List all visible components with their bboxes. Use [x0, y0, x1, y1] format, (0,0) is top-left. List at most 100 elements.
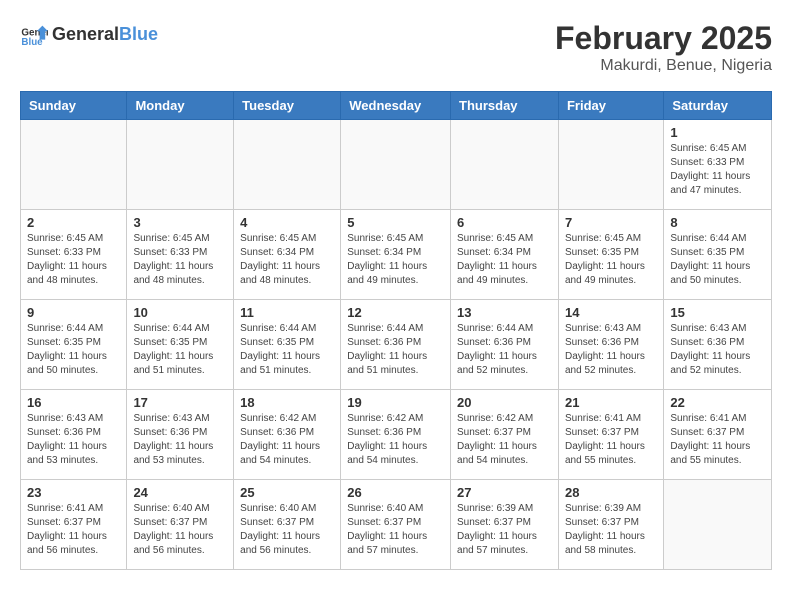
day-info: Sunrise: 6:41 AM Sunset: 6:37 PM Dayligh…	[27, 502, 120, 558]
day-info: Sunrise: 6:44 AM Sunset: 6:36 PM Dayligh…	[347, 322, 444, 378]
day-number: 5	[347, 215, 444, 230]
calendar-header-row: SundayMondayTuesdayWednesdayThursdayFrid…	[21, 92, 772, 120]
calendar-day-cell: 15 Sunrise: 6:43 AM Sunset: 6:36 PM Dayli…	[664, 300, 772, 390]
day-info: Sunrise: 6:44 AM Sunset: 6:36 PM Dayligh…	[457, 322, 552, 378]
calendar-day-cell: 20 Sunrise: 6:42 AM Sunset: 6:37 PM Dayli…	[451, 390, 559, 480]
calendar-day-cell: 14Sunrise: 6:43 AM Sunset: 6:36 PM Dayli…	[558, 300, 663, 390]
day-of-week-header: Tuesday	[234, 92, 341, 120]
calendar-day-cell	[234, 120, 341, 210]
day-info: Sunrise: 6:43 AM Sunset: 6:36 PM Dayligh…	[565, 322, 657, 378]
calendar-day-cell	[451, 120, 559, 210]
title-block: February 2025 Makurdi, Benue, Nigeria	[555, 20, 772, 75]
calendar-day-cell: 11 Sunrise: 6:44 AM Sunset: 6:35 PM Dayli…	[234, 300, 341, 390]
calendar-day-cell: 19 Sunrise: 6:42 AM Sunset: 6:36 PM Dayli…	[341, 390, 451, 480]
day-info: Sunrise: 6:45 AM Sunset: 6:33 PM Dayligh…	[27, 232, 120, 288]
day-number: 10	[133, 305, 227, 320]
logo-icon: General Blue	[20, 20, 48, 48]
day-number: 26	[347, 485, 444, 500]
day-number: 2	[27, 215, 120, 230]
calendar-day-cell: 24 Sunrise: 6:40 AM Sunset: 6:37 PM Dayli…	[127, 480, 234, 570]
calendar-day-cell: 9 Sunrise: 6:44 AM Sunset: 6:35 PM Daylig…	[21, 300, 127, 390]
calendar-day-cell: 2 Sunrise: 6:45 AM Sunset: 6:33 PM Daylig…	[21, 210, 127, 300]
calendar-day-cell: 16 Sunrise: 6:43 AM Sunset: 6:36 PM Dayli…	[21, 390, 127, 480]
calendar-day-cell: 1 Sunrise: 6:45 AM Sunset: 6:33 PM Daylig…	[664, 120, 772, 210]
day-number: 19	[347, 395, 444, 410]
week-row: 2 Sunrise: 6:45 AM Sunset: 6:33 PM Daylig…	[21, 210, 772, 300]
day-number: 16	[27, 395, 120, 410]
calendar-day-cell: 7 Sunrise: 6:45 AM Sunset: 6:35 PM Daylig…	[558, 210, 663, 300]
day-info: Sunrise: 6:40 AM Sunset: 6:37 PM Dayligh…	[133, 502, 227, 558]
day-number: 15	[670, 305, 765, 320]
day-of-week-header: Friday	[558, 92, 663, 120]
calendar-day-cell	[558, 120, 663, 210]
day-number: 25	[240, 485, 334, 500]
day-number: 18	[240, 395, 334, 410]
calendar-day-cell: 10 Sunrise: 6:44 AM Sunset: 6:35 PM Dayli…	[127, 300, 234, 390]
calendar-day-cell: 5 Sunrise: 6:45 AM Sunset: 6:34 PM Daylig…	[341, 210, 451, 300]
calendar-day-cell: 6 Sunrise: 6:45 AM Sunset: 6:34 PM Daylig…	[451, 210, 559, 300]
calendar-day-cell: 21Sunrise: 6:41 AM Sunset: 6:37 PM Dayli…	[558, 390, 663, 480]
week-row: 16 Sunrise: 6:43 AM Sunset: 6:36 PM Dayli…	[21, 390, 772, 480]
day-info: Sunrise: 6:43 AM Sunset: 6:36 PM Dayligh…	[133, 412, 227, 468]
day-info: Sunrise: 6:41 AM Sunset: 6:37 PM Dayligh…	[670, 412, 765, 468]
day-info: Sunrise: 6:45 AM Sunset: 6:34 PM Dayligh…	[457, 232, 552, 288]
calendar-day-cell: 26Sunrise: 6:40 AM Sunset: 6:37 PM Dayli…	[341, 480, 451, 570]
day-info: Sunrise: 6:42 AM Sunset: 6:36 PM Dayligh…	[240, 412, 334, 468]
day-number: 7	[565, 215, 657, 230]
day-number: 20	[457, 395, 552, 410]
day-info: Sunrise: 6:40 AM Sunset: 6:37 PM Dayligh…	[240, 502, 334, 558]
calendar-table: SundayMondayTuesdayWednesdayThursdayFrid…	[20, 91, 772, 570]
day-info: Sunrise: 6:39 AM Sunset: 6:37 PM Dayligh…	[565, 502, 657, 558]
day-of-week-header: Monday	[127, 92, 234, 120]
month-year-title: February 2025	[555, 20, 772, 57]
day-number: 3	[133, 215, 227, 230]
day-info: Sunrise: 6:44 AM Sunset: 6:35 PM Dayligh…	[240, 322, 334, 378]
day-info: Sunrise: 6:45 AM Sunset: 6:34 PM Dayligh…	[240, 232, 334, 288]
day-info: Sunrise: 6:45 AM Sunset: 6:34 PM Dayligh…	[347, 232, 444, 288]
logo: General Blue General Blue	[20, 20, 158, 48]
calendar-day-cell: 23 Sunrise: 6:41 AM Sunset: 6:37 PM Dayli…	[21, 480, 127, 570]
day-of-week-header: Wednesday	[341, 92, 451, 120]
day-number: 1	[670, 125, 765, 140]
day-number: 23	[27, 485, 120, 500]
logo-general-text: General	[52, 24, 119, 45]
day-info: Sunrise: 6:41 AM Sunset: 6:37 PM Dayligh…	[565, 412, 657, 468]
calendar-day-cell: 25 Sunrise: 6:40 AM Sunset: 6:37 PM Dayli…	[234, 480, 341, 570]
calendar-day-cell: 12 Sunrise: 6:44 AM Sunset: 6:36 PM Dayli…	[341, 300, 451, 390]
calendar-day-cell: 18 Sunrise: 6:42 AM Sunset: 6:36 PM Dayli…	[234, 390, 341, 480]
calendar-day-cell: 13Sunrise: 6:44 AM Sunset: 6:36 PM Dayli…	[451, 300, 559, 390]
day-number: 17	[133, 395, 227, 410]
location-subtitle: Makurdi, Benue, Nigeria	[555, 57, 772, 75]
day-info: Sunrise: 6:44 AM Sunset: 6:35 PM Dayligh…	[670, 232, 765, 288]
calendar-day-cell	[664, 480, 772, 570]
week-row: 9 Sunrise: 6:44 AM Sunset: 6:35 PM Daylig…	[21, 300, 772, 390]
day-info: Sunrise: 6:44 AM Sunset: 6:35 PM Dayligh…	[133, 322, 227, 378]
day-info: Sunrise: 6:45 AM Sunset: 6:33 PM Dayligh…	[133, 232, 227, 288]
day-number: 27	[457, 485, 552, 500]
calendar-day-cell: 8 Sunrise: 6:44 AM Sunset: 6:35 PM Daylig…	[664, 210, 772, 300]
day-info: Sunrise: 6:42 AM Sunset: 6:36 PM Dayligh…	[347, 412, 444, 468]
day-number: 28	[565, 485, 657, 500]
day-number: 11	[240, 305, 334, 320]
day-of-week-header: Thursday	[451, 92, 559, 120]
calendar-day-cell	[21, 120, 127, 210]
day-info: Sunrise: 6:45 AM Sunset: 6:33 PM Dayligh…	[670, 142, 765, 198]
day-info: Sunrise: 6:42 AM Sunset: 6:37 PM Dayligh…	[457, 412, 552, 468]
calendar-day-cell: 22Sunrise: 6:41 AM Sunset: 6:37 PM Dayli…	[664, 390, 772, 480]
day-number: 8	[670, 215, 765, 230]
day-number: 24	[133, 485, 227, 500]
calendar-day-cell: 4 Sunrise: 6:45 AM Sunset: 6:34 PM Daylig…	[234, 210, 341, 300]
day-info: Sunrise: 6:39 AM Sunset: 6:37 PM Dayligh…	[457, 502, 552, 558]
day-info: Sunrise: 6:45 AM Sunset: 6:35 PM Dayligh…	[565, 232, 657, 288]
week-row: 23 Sunrise: 6:41 AM Sunset: 6:37 PM Dayli…	[21, 480, 772, 570]
day-info: Sunrise: 6:43 AM Sunset: 6:36 PM Dayligh…	[670, 322, 765, 378]
day-number: 9	[27, 305, 120, 320]
day-of-week-header: Sunday	[21, 92, 127, 120]
day-info: Sunrise: 6:44 AM Sunset: 6:35 PM Dayligh…	[27, 322, 120, 378]
day-of-week-header: Saturday	[664, 92, 772, 120]
day-info: Sunrise: 6:43 AM Sunset: 6:36 PM Dayligh…	[27, 412, 120, 468]
day-number: 12	[347, 305, 444, 320]
day-number: 4	[240, 215, 334, 230]
week-row: 1 Sunrise: 6:45 AM Sunset: 6:33 PM Daylig…	[21, 120, 772, 210]
day-number: 6	[457, 215, 552, 230]
